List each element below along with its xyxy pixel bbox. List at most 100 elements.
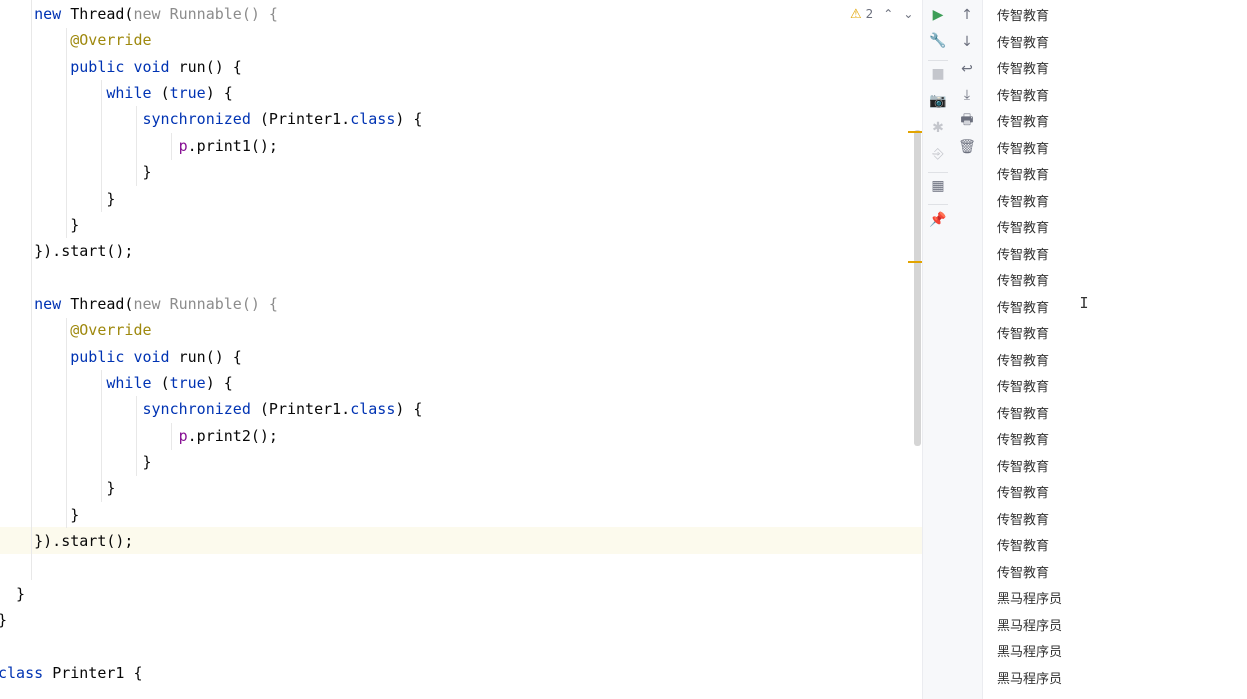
- scrollbar-thumb[interactable]: [914, 130, 921, 446]
- code-token: @Override: [70, 321, 152, 340]
- inspection-widget[interactable]: ⚠ 2 ⌃ ⌄: [850, 5, 913, 23]
- console-line: 传智教育: [997, 380, 1050, 395]
- code-token: Runnable() {: [169, 5, 278, 23]
- console-line: 传智教育: [997, 406, 1050, 422]
- code-line[interactable]: new Thread(new Runnable() {: [0, 1, 278, 27]
- warning-stripe-mark[interactable]: [908, 131, 922, 133]
- code-token: true: [169, 84, 206, 103]
- code-line[interactable]: }: [0, 475, 115, 501]
- code-line[interactable]: }).start();: [0, 238, 133, 264]
- console-line: 传智教育: [997, 115, 1050, 130]
- layout-icon[interactable]: ▦: [927, 175, 949, 197]
- debug-icon[interactable]: ✱: [927, 117, 949, 139]
- scroll-up-icon[interactable]: ↑: [956, 4, 978, 26]
- code-token: new: [133, 294, 170, 313]
- code-line[interactable]: @Override: [0, 317, 152, 343]
- code-token: Thread(: [70, 294, 134, 313]
- code-line[interactable]: synchronized (Printer1.class) {: [0, 106, 423, 132]
- console-line: 黑马程序员: [997, 645, 1063, 660]
- stop-icon[interactable]: ■: [927, 63, 949, 85]
- console-line: 传智教育: [997, 35, 1050, 51]
- code-token: while: [106, 84, 161, 103]
- code-token: @Override: [70, 31, 152, 50]
- code-token: class: [350, 110, 396, 129]
- console-line: 传智教育: [997, 353, 1050, 369]
- code-token: }: [0, 611, 7, 629]
- code-line[interactable]: }: [0, 607, 7, 633]
- code-editor[interactable]: new Thread(new Runnable() { @Override pu…: [0, 0, 922, 699]
- console-line: 传智教育: [997, 486, 1050, 501]
- code-token: true: [169, 374, 206, 393]
- code-line[interactable]: p.print2();: [0, 423, 278, 449]
- code-token: public void: [70, 57, 179, 76]
- code-line[interactable]: }: [0, 159, 152, 185]
- code-line[interactable]: @Override: [0, 27, 152, 53]
- toolbar-separator: [928, 204, 948, 205]
- code-token: class: [0, 664, 53, 682]
- console-line: 传智教育: [997, 539, 1050, 554]
- code-line[interactable]: }).start();: [0, 528, 133, 554]
- code-token: }: [0, 163, 152, 182]
- code-token: ) {: [395, 110, 423, 129]
- rerun-icon[interactable]: ▶: [927, 4, 949, 26]
- code-token: (: [160, 84, 170, 103]
- code-token: new: [34, 5, 71, 23]
- code-token: }: [0, 189, 116, 208]
- warning-count[interactable]: 2: [866, 7, 874, 21]
- code-token: }: [0, 584, 26, 603]
- code-token: new: [133, 5, 170, 23]
- code-token: ) {: [205, 84, 233, 103]
- code-line[interactable]: }: [0, 212, 79, 238]
- code-line[interactable]: while (true) {: [0, 80, 233, 106]
- warning-stripe-mark[interactable]: [908, 261, 922, 263]
- code-line[interactable]: class Printer1 {: [0, 660, 143, 686]
- toolbar-separator: [928, 172, 948, 173]
- code-line[interactable]: p.print1();: [0, 133, 278, 159]
- code-token: (Printer1.: [259, 110, 351, 129]
- code-line[interactable]: }: [0, 502, 79, 528]
- code-token: (: [160, 374, 170, 393]
- run-console-output[interactable]: 传智教育 传智教育 传智教育 传智教育 传智教育 传智教育 传智教育 传智教育 传智教育 传智教育…: [983, 0, 1247, 699]
- text-cursor-icon: I: [1079, 294, 1089, 312]
- previous-highlight-icon[interactable]: ⌃: [883, 7, 893, 21]
- exit-icon[interactable]: ⎆: [927, 143, 949, 165]
- code-line[interactable]: public void run() {: [0, 54, 242, 80]
- warning-icon[interactable]: ⚠: [850, 7, 862, 22]
- code-line[interactable]: }: [0, 581, 25, 607]
- console-line: 黑马程序员: [997, 592, 1063, 607]
- code-line[interactable]: }: [0, 186, 115, 212]
- code-token: }: [0, 215, 80, 234]
- code-token: public void: [70, 347, 179, 366]
- pin-icon[interactable]: 📌: [927, 209, 949, 231]
- code-line[interactable]: synchronized (Printer1.class) {: [0, 396, 423, 422]
- code-token: Printer1 {: [52, 664, 143, 682]
- code-token: run() {: [178, 347, 242, 366]
- console-line: 传智教育: [997, 88, 1050, 104]
- soft-wrap-icon[interactable]: ↩: [956, 58, 978, 80]
- wrench-icon[interactable]: 🔧: [927, 30, 949, 52]
- code-token: class: [350, 400, 396, 419]
- code-token: p: [178, 426, 188, 445]
- code-token: Thread(: [70, 5, 134, 23]
- code-line[interactable]: while (true) {: [0, 370, 232, 396]
- scroll-down-icon[interactable]: ↓: [956, 31, 978, 53]
- code-line[interactable]: new Thread(new Runnable() {: [0, 291, 278, 317]
- camera-icon[interactable]: 📷: [927, 90, 949, 112]
- code-line[interactable]: public void run() {: [0, 344, 242, 370]
- print-icon[interactable]: 🖶: [956, 110, 978, 132]
- clear-icon[interactable]: 🗑: [956, 136, 978, 158]
- code-token: }).start();: [0, 532, 134, 551]
- code-token: ) {: [395, 400, 423, 419]
- code-line[interactable]: }: [0, 449, 151, 475]
- console-line: 传智教育: [997, 300, 1050, 316]
- scroll-to-end-icon[interactable]: ⤓: [956, 84, 978, 106]
